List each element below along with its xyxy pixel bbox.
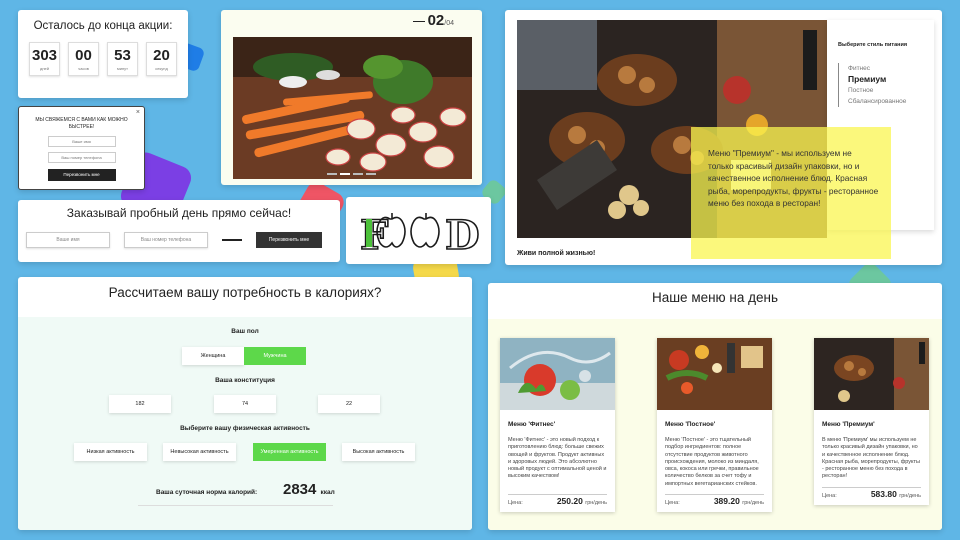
- height-input[interactable]: 182: [109, 395, 171, 413]
- trial-title: Заказывай пробный день прямо сейчас!: [66, 206, 292, 220]
- menu-card-premium[interactable]: Меню 'Премиум' В меню 'Премиум' мы испол…: [814, 338, 929, 505]
- menu-image-fitness: [500, 338, 615, 410]
- gender-male-button[interactable]: Мужчина: [244, 347, 306, 365]
- dash-icon: [412, 20, 425, 22]
- countdown-title: Осталось до конца акции:: [33, 20, 173, 32]
- slide-pagination: [327, 173, 376, 175]
- countdown-unit: дней: [39, 66, 49, 71]
- food-logo-card: F D: [346, 197, 491, 264]
- slide-dot[interactable]: [327, 173, 337, 175]
- calorie-calculator: Рассчитаем вашу потребность в калориях? …: [18, 277, 472, 530]
- menu-image-premium: [814, 338, 929, 410]
- countdown-unit: минут: [116, 66, 129, 71]
- price-value: 389.20: [713, 496, 740, 506]
- photo-slider: 02/04: [221, 10, 482, 185]
- trial-phone-input[interactable]: Ваш номер телефона: [124, 232, 208, 248]
- result-value-group: 2834 ккал: [283, 481, 335, 498]
- callback-submit-button[interactable]: Перезвонить мне: [47, 169, 116, 181]
- menu-item-name: Меню 'Фитнес': [508, 421, 556, 428]
- menu-item-description: Меню 'Фитнес' - это новый подход к приго…: [508, 437, 607, 480]
- activity-moderate-button[interactable]: Умеренная активность: [253, 443, 326, 461]
- countdown-widget: Осталось до конца акции: 303 дней 00 час…: [18, 10, 188, 98]
- premium-caption: Живи полной жизнью!: [517, 250, 596, 257]
- menu-item-name: Меню 'Премиум': [822, 421, 875, 428]
- svg-text:F: F: [360, 212, 388, 259]
- divider: [138, 505, 333, 506]
- result-unit: ккал: [320, 489, 335, 496]
- countdown-minutes: 53 минут: [107, 42, 138, 76]
- countdown-hours: 00 часов: [68, 42, 99, 76]
- countdown-unit: секунд: [155, 66, 168, 71]
- menu-item-description: Меню 'Постное' - это тщательный подбор и…: [665, 437, 759, 487]
- countdown-unit: часов: [78, 66, 89, 71]
- price-value: 250.20: [556, 496, 583, 506]
- diet-style-premium[interactable]: Премиум: [848, 74, 934, 85]
- menu-item-price-row: Цена: 389.20 грн/день: [665, 494, 764, 507]
- price-currency: грн/день: [585, 500, 607, 506]
- slide-counter: 02/04: [410, 12, 454, 29]
- trial-form: Заказывай пробный день прямо сейчас! Ваш…: [18, 200, 340, 262]
- price-currency: грн/день: [742, 500, 764, 506]
- close-icon[interactable]: ×: [136, 109, 140, 116]
- diet-style-heading: Выберите стиль питания: [838, 42, 908, 48]
- slide-dot[interactable]: [366, 173, 376, 175]
- activity-light-button[interactable]: Невысокая активность: [163, 443, 236, 461]
- slide-current: 02: [427, 12, 445, 29]
- trial-submit-button[interactable]: Перезвонить мне: [256, 232, 322, 248]
- slide-image-vegetables[interactable]: [233, 37, 472, 179]
- weight-input[interactable]: 74: [214, 395, 276, 413]
- countdown-value: 00: [75, 47, 92, 64]
- price-label: Цена:: [822, 493, 837, 499]
- premium-description: Меню "Премиум" - мы используем не только…: [691, 127, 891, 259]
- trial-name-input[interactable]: Ваше имя: [26, 232, 110, 248]
- activity-label: Выберите вашу физическая активность: [180, 425, 310, 432]
- age-input[interactable]: 22: [318, 395, 380, 413]
- activity-low-button[interactable]: Низкая активность: [74, 443, 147, 461]
- callback-name-input[interactable]: Ваше имя: [47, 136, 116, 147]
- menu-image-lenten: [657, 338, 772, 410]
- calculator-title: Рассчитаем вашу потребность в калориях?: [108, 285, 382, 300]
- slide-total: /04: [444, 20, 454, 27]
- menu-card-lenten[interactable]: Меню 'Постное' Меню 'Постное' - это тщат…: [657, 338, 772, 512]
- gender-label: Ваш пол: [231, 328, 259, 335]
- daily-menu: Наше меню на день Меню 'Фитнес' Меню 'Фи…: [488, 283, 942, 530]
- build-label: Ваша конституция: [215, 377, 275, 384]
- result-label: Ваша суточная норма калорий:: [156, 489, 258, 496]
- countdown-seconds: 20 секунд: [146, 42, 177, 76]
- slide-dot[interactable]: [353, 173, 363, 175]
- countdown-value: 20: [153, 47, 170, 64]
- diet-style-lenten[interactable]: Постное: [848, 85, 934, 96]
- gender-female-button[interactable]: Женщина: [182, 347, 244, 365]
- menu-item-price-row: Цена: 250.20 грн/день: [508, 494, 607, 507]
- arrow-right-icon: [222, 239, 242, 241]
- diet-style-fitness[interactable]: Фитнес: [848, 63, 934, 74]
- menu-item-name: Меню 'Постное': [665, 421, 716, 428]
- slide-dot-active[interactable]: [340, 173, 350, 175]
- food-logo: F D: [359, 211, 480, 260]
- countdown-days: 303 дней: [29, 42, 60, 76]
- menu-title: Наше меню на день: [651, 290, 779, 305]
- callback-phone-input[interactable]: Ваш номер телефона: [47, 152, 116, 163]
- price-currency: грн/день: [899, 493, 921, 499]
- diet-style-balanced[interactable]: Сбалансированное: [848, 96, 934, 107]
- premium-showcase: Выберите стиль питания Фитнес Премиум По…: [505, 10, 942, 265]
- callback-popup: × МЫ СВЯЖЕМСЯ С ВАМИ КАК МОЖНО БЫСТРЕЕ! …: [18, 106, 145, 190]
- callback-title: МЫ СВЯЖЕМСЯ С ВАМИ КАК МОЖНО БЫСТРЕЕ!: [35, 117, 128, 130]
- menu-item-description: В меню 'Премиум' мы используем не только…: [822, 437, 920, 480]
- menu-card-fitness[interactable]: Меню 'Фитнес' Меню 'Фитнес' - это новый …: [500, 338, 615, 512]
- price-label: Цена:: [665, 500, 680, 506]
- activity-high-button[interactable]: Высокая активность: [342, 443, 415, 461]
- countdown-value: 53: [114, 47, 131, 64]
- result-value: 2834: [283, 481, 317, 498]
- price-label: Цена:: [508, 500, 523, 506]
- countdown-value: 303: [31, 47, 58, 64]
- price-value: 583.80: [870, 489, 897, 499]
- menu-item-price-row: Цена: 583.80 грн/день: [822, 487, 921, 500]
- svg-text:D: D: [445, 212, 480, 259]
